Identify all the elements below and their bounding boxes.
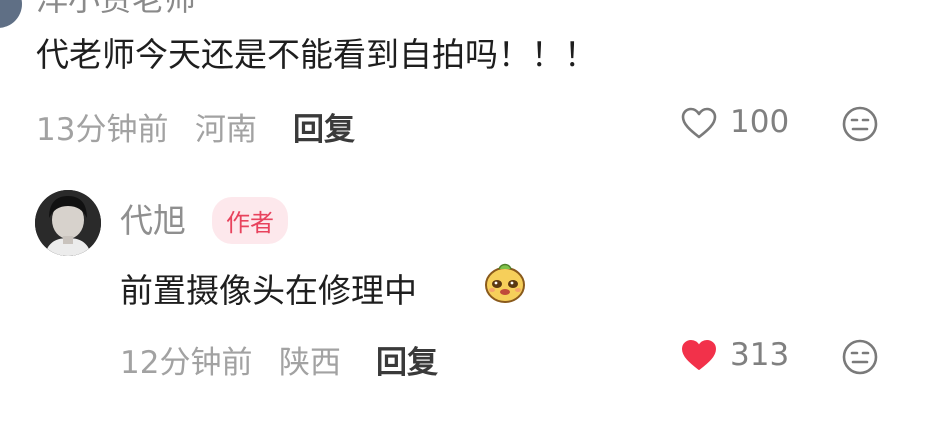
dislike-face-icon[interactable] [841, 338, 879, 376]
reply-text: 前置摄像头在修理中 [120, 271, 417, 310]
commenter-avatar[interactable] [0, 0, 22, 28]
heart-outline-icon[interactable] [680, 106, 718, 140]
smiling-blob-emoji-icon [482, 259, 528, 305]
commenter-username[interactable]: 洋小贾老师 [36, 0, 196, 20]
comment-location: 河南 [195, 112, 257, 148]
reply-button[interactable]: 回复 [293, 104, 355, 149]
comment-time: 13分钟前 [36, 112, 169, 148]
reply-location: 陕西 [279, 345, 341, 381]
reply-button[interactable]: 回复 [376, 337, 438, 382]
author-avatar[interactable] [35, 190, 101, 256]
dislike-face-icon[interactable] [841, 105, 879, 143]
like-count: 313 [730, 337, 790, 373]
author-username[interactable]: 代旭 [120, 194, 186, 242]
heart-filled-icon[interactable] [680, 338, 718, 372]
reply-time: 12分钟前 [120, 345, 253, 381]
author-badge: 作者 [212, 197, 288, 244]
comment-text: 代老师今天还是不能看到自拍吗！！！ [36, 35, 597, 74]
like-count: 100 [730, 104, 790, 140]
